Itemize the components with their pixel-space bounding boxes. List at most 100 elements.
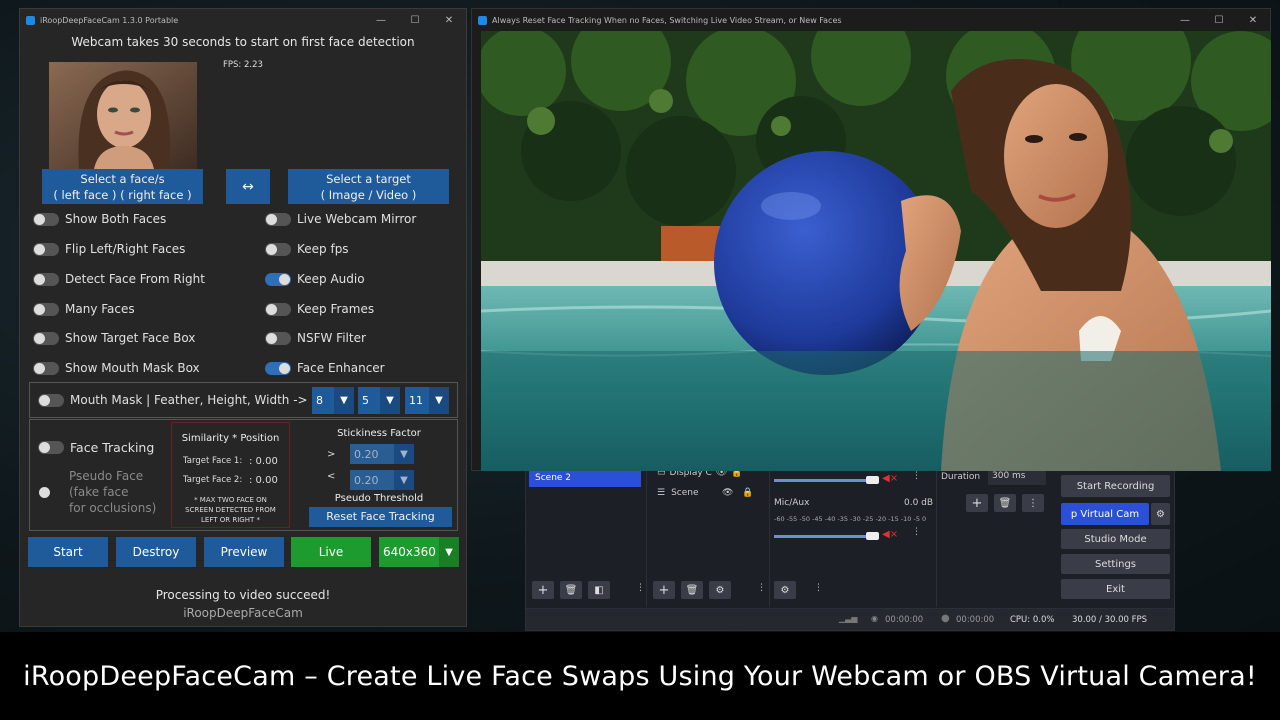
max-note-line1: * MAX TWO FACE ON	[194, 496, 267, 504]
meter-ticks: -60 -55 -50 -45 -40 -35 -30 -25 -20 -15 …	[774, 515, 927, 523]
close-icon[interactable]: ✕	[1236, 15, 1270, 26]
mute-icon[interactable]: ◀×	[882, 473, 898, 484]
more-icon[interactable]: ⋮	[814, 583, 823, 593]
lock-icon[interactable]: 🔒	[742, 488, 753, 498]
toggle-switch[interactable]	[33, 242, 59, 256]
add-icon[interactable]: +	[966, 494, 988, 512]
pseudo-threshold-select[interactable]: 0.20 ▼	[350, 470, 414, 490]
more-icon[interactable]: ⋮	[912, 471, 921, 481]
toggle-switch[interactable]	[33, 272, 59, 286]
mouth-feather-select[interactable]: 8 ▼	[312, 387, 354, 414]
toggle-left-1[interactable]: Flip Left/Right Faces	[33, 242, 185, 256]
mixer-settings-icon[interactable]: ⚙	[774, 581, 796, 599]
more-icon[interactable]: ⋮	[757, 583, 766, 593]
panel-divider	[936, 467, 937, 607]
minimize-icon[interactable]: —	[1168, 15, 1202, 26]
toggle-switch[interactable]	[33, 302, 59, 316]
studio-mode-button[interactable]: Studio Mode	[1061, 529, 1170, 549]
duration-input[interactable]: 300 ms	[988, 469, 1046, 485]
reset-face-tracking-button[interactable]: Reset Face Tracking	[309, 507, 452, 527]
eye-icon[interactable]: 👁	[722, 488, 733, 498]
select-face-sublabel: ( left face ) ( right face )	[53, 187, 192, 202]
preview-button[interactable]: Preview	[204, 537, 284, 567]
mouth-width-select[interactable]: 11 ▼	[405, 387, 449, 414]
gear-icon[interactable]: ⚙	[1151, 503, 1170, 525]
status-text: Processing to video succeed!	[155, 588, 331, 602]
minimize-icon[interactable]: —	[364, 15, 398, 26]
mouth-mask-panel: Mouth Mask | Feather, Height, Width -> 8…	[29, 382, 458, 418]
lt-symbol: <	[327, 471, 336, 482]
pseudo-face-label: Pseudo Face (fake face for occlusions)	[69, 468, 156, 516]
record-icon: ●	[941, 613, 950, 624]
exit-button[interactable]: Exit	[1061, 579, 1170, 599]
more-icon[interactable]: ⋮	[636, 583, 645, 593]
mute-icon[interactable]: ◀×	[882, 529, 898, 540]
maximize-icon[interactable]: ☐	[1202, 15, 1236, 26]
toggle-left-4[interactable]: Show Target Face Box	[33, 331, 195, 345]
live-button[interactable]: Live	[291, 537, 371, 567]
destroy-button[interactable]: Destroy	[116, 537, 196, 567]
toggle-right-0[interactable]: Live Webcam Mirror	[265, 212, 416, 226]
signal-icon: ▁▃▅	[839, 614, 858, 623]
face-tracking-switch[interactable]	[38, 441, 64, 454]
toggle-right-1[interactable]: Keep fps	[265, 242, 349, 256]
toggle-switch[interactable]	[265, 272, 291, 286]
toggle-switch[interactable]	[33, 212, 59, 226]
toggle-right-4[interactable]: NSFW Filter	[265, 331, 366, 345]
toggle-left-0[interactable]: Show Both Faces	[33, 212, 166, 226]
resolution-select[interactable]: 640x360 ▼	[379, 537, 459, 567]
start-recording-button[interactable]: Start Recording	[1061, 475, 1170, 497]
close-icon[interactable]: ✕	[432, 15, 466, 26]
virtual-cam-button[interactable]: p Virtual Cam	[1061, 503, 1149, 525]
toggle-right-3[interactable]: Keep Frames	[265, 302, 374, 316]
select-target-button[interactable]: Select a target ( Image / Video )	[288, 169, 449, 204]
scene-list-item[interactable]: Scene 2	[529, 469, 641, 487]
toggle-left-5[interactable]: Show Mouth Mask Box	[33, 361, 200, 375]
swap-faces-button[interactable]: ↔	[226, 169, 270, 204]
chevron-down-icon: ▼	[439, 537, 459, 567]
mouth-height-select[interactable]: 5 ▼	[358, 387, 400, 414]
settings-button[interactable]: Settings	[1061, 554, 1170, 574]
source-face-image	[49, 62, 197, 169]
more-icon[interactable]: ⋮	[1022, 494, 1044, 512]
filter-icon[interactable]: ◧	[588, 581, 610, 599]
maximize-icon[interactable]: ☐	[398, 15, 432, 26]
toggle-switch[interactable]	[265, 242, 291, 256]
trash-icon[interactable]: 🗑	[681, 581, 703, 599]
trash-icon[interactable]: 🗑	[994, 494, 1016, 512]
volume-slider-handle[interactable]	[866, 476, 879, 484]
add-icon[interactable]: +	[653, 581, 675, 599]
pseudo-face-line2: (fake face	[69, 485, 129, 499]
face-tracking-toggle[interactable]: Face Tracking	[38, 440, 154, 455]
chevron-down-icon: ▼	[380, 387, 400, 414]
toggle-label: Show Target Face Box	[65, 331, 196, 345]
toggle-label: Show Both Faces	[65, 212, 167, 226]
start-button[interactable]: Start	[28, 537, 108, 567]
mic-volume-handle[interactable]	[866, 532, 879, 540]
toggle-switch[interactable]	[33, 361, 59, 375]
select-face-button[interactable]: Select a face/s ( left face ) ( right fa…	[42, 169, 203, 204]
toggle-switch[interactable]	[265, 302, 291, 316]
add-icon[interactable]: +	[532, 581, 554, 599]
toggle-left-2[interactable]: Detect Face From Right	[33, 272, 205, 286]
chevron-down-icon: ▼	[394, 444, 414, 464]
toggle-switch[interactable]	[265, 361, 291, 375]
trash-icon[interactable]: 🗑	[560, 581, 582, 599]
stickiness-select[interactable]: 0.20 ▼	[350, 444, 414, 464]
toggle-right-5[interactable]: Face Enhancer	[265, 361, 385, 375]
obs-status-bar: ▁▃▅ ◉ 00:00:00 ● 00:00:00 CPU: 0.0% 30.0…	[526, 608, 1174, 630]
toggle-switch[interactable]	[265, 331, 291, 345]
toggle-switch[interactable]	[33, 331, 59, 345]
toggle-left-3[interactable]: Many Faces	[33, 302, 135, 316]
volume-slider[interactable]	[774, 479, 879, 482]
toggle-switch[interactable]	[265, 212, 291, 226]
target-face1-label: Target Face 1:	[183, 456, 243, 466]
gear-icon[interactable]: ⚙	[709, 581, 731, 599]
mouth-width-value: 11	[409, 394, 423, 407]
resolution-value: 640x360	[383, 545, 436, 559]
more-icon[interactable]: ⋮	[912, 527, 921, 537]
mouth-mask-switch[interactable]	[38, 393, 64, 407]
mouth-mask-toggle[interactable]: Mouth Mask | Feather, Height, Width ->	[38, 393, 308, 407]
toggle-right-2[interactable]: Keep Audio	[265, 272, 365, 286]
mic-volume-slider[interactable]	[774, 535, 879, 538]
